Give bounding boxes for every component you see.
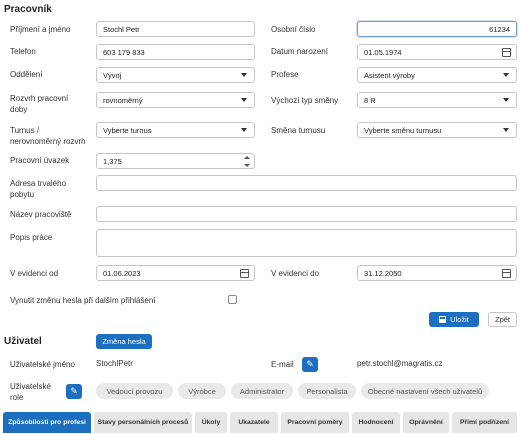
work-schedule-value: rovnoměrný xyxy=(103,95,143,105)
tab-qualifications[interactable]: Způsobilosti pro profesi xyxy=(3,412,91,433)
pencil-icon: ✎ xyxy=(70,386,78,396)
turnus-select[interactable]: Vyberte turnus xyxy=(96,122,255,138)
role-chip: Personalista xyxy=(298,383,356,399)
turnus-shift-value: Vyberte směnu turnusu xyxy=(364,125,442,135)
workload-stepper[interactable]: 1,375 xyxy=(96,153,255,169)
tab-subordinates[interactable]: Přímí podřízení xyxy=(452,412,517,433)
tab-permissions[interactable]: Oprávnění xyxy=(403,412,449,433)
tab-employment[interactable]: Pracovní poměry xyxy=(281,412,349,433)
job-description-label: Popis práce xyxy=(10,233,53,242)
record-to-input[interactable]: 31.12.2050 xyxy=(357,265,517,281)
role-chip: Obecné nastavení všech uživatelů xyxy=(361,383,489,399)
tab-tasks[interactable]: Úkoly xyxy=(195,412,227,433)
personal-number-input[interactable]: 61234 xyxy=(357,21,517,37)
work-schedule-label: Rozvrh pracovní doby xyxy=(10,94,69,114)
address-label: Adresa trvalého pobytu xyxy=(10,179,67,199)
save-button[interactable]: Uložit xyxy=(429,312,479,327)
turnus-shift-select[interactable]: Vyberte směnu turnusu xyxy=(357,122,517,138)
calendar-icon[interactable] xyxy=(502,48,511,57)
email-value: petr.stochl@magratis.cz xyxy=(357,359,443,368)
back-button[interactable]: Zpět xyxy=(488,312,517,327)
default-shift-type-value: 8 R xyxy=(364,95,376,105)
chevron-down-icon xyxy=(241,73,247,77)
name-label: Příjmení a jméno xyxy=(10,25,71,34)
profession-label: Profese xyxy=(271,70,299,79)
tab-personnel-processes[interactable]: Stavy personálních procesů xyxy=(94,412,192,433)
birth-date-value: 01.05.1974 xyxy=(364,47,402,57)
profession-value: Asistent výroby xyxy=(364,70,415,80)
tab-evaluation[interactable]: Hodnocení xyxy=(352,412,400,433)
chevron-down-icon xyxy=(503,98,509,102)
user-section-title: Uživatel xyxy=(4,336,42,347)
record-from-label: V evidenci od xyxy=(10,269,59,278)
chevron-down-icon xyxy=(503,128,509,132)
force-password-change-label: Vynutit změnu hesla při dalším přihlášen… xyxy=(10,296,156,305)
turnus-label: Turnus / nerovnoměrný rozvrh xyxy=(10,126,86,146)
birth-date-label: Datum narození xyxy=(271,47,328,56)
pencil-icon: ✎ xyxy=(306,359,314,369)
role-chip: Výrobce xyxy=(178,383,226,399)
edit-roles-button[interactable]: ✎ xyxy=(66,384,82,399)
record-from-value: 01.06.2023 xyxy=(103,268,141,278)
job-description-textarea[interactable] xyxy=(96,229,517,257)
workplace-input[interactable] xyxy=(96,206,517,222)
calendar-icon[interactable] xyxy=(240,269,249,278)
department-select[interactable]: Vývoj xyxy=(96,67,255,83)
force-password-change-checkbox[interactable] xyxy=(228,295,237,304)
default-shift-type-label: Výchozí typ směny xyxy=(271,96,339,105)
personal-number-label: Osobní číslo xyxy=(271,25,316,34)
save-icon xyxy=(439,316,447,323)
role-chip: Administrator xyxy=(231,383,293,399)
birth-date-input[interactable]: 01.05.1974 xyxy=(357,44,517,60)
chevron-down-icon xyxy=(503,73,509,77)
role-chip: Vedoucí provozu xyxy=(96,383,173,399)
phone-input[interactable]: 603 179 833 xyxy=(96,44,255,60)
workplace-label: Název pracoviště xyxy=(10,210,72,219)
record-to-label: V evidenci do xyxy=(271,269,320,278)
calendar-icon[interactable] xyxy=(502,269,511,278)
chevron-down-icon xyxy=(241,128,247,132)
profession-select[interactable]: Asistent výroby xyxy=(357,67,517,83)
record-from-input[interactable]: 01.06.2023 xyxy=(96,265,255,281)
section-title: Pracovník xyxy=(4,4,52,15)
department-label: Oddělení xyxy=(10,70,43,79)
workload-label: Pracovní úvazek xyxy=(10,156,70,165)
email-label: E-mail xyxy=(271,360,294,369)
turnus-value: Vyberte turnus xyxy=(103,125,152,135)
chevron-down-icon xyxy=(241,98,247,102)
record-to-value: 31.12.2050 xyxy=(364,268,402,278)
stepper-arrows-icon[interactable] xyxy=(244,156,250,167)
default-shift-type-select[interactable]: 8 R xyxy=(357,92,517,108)
phone-label: Telefon xyxy=(10,47,36,56)
change-password-button[interactable]: Změna hesla xyxy=(96,334,152,349)
edit-email-button[interactable]: ✎ xyxy=(302,357,318,372)
username-label: Uživatelské jméno xyxy=(10,360,75,369)
address-input[interactable] xyxy=(96,175,517,191)
workload-value: 1,375 xyxy=(103,156,122,166)
turnus-shift-label: Směna turnusu xyxy=(271,126,326,135)
tab-indicators[interactable]: Ukazatele xyxy=(230,412,278,433)
work-schedule-select[interactable]: rovnoměrný xyxy=(96,92,255,108)
department-value: Vývoj xyxy=(103,70,122,80)
roles-label: Uživatelské role xyxy=(10,382,51,402)
name-input[interactable]: Stochl Petr xyxy=(96,21,255,37)
username-value: StochlPetr xyxy=(96,359,133,368)
